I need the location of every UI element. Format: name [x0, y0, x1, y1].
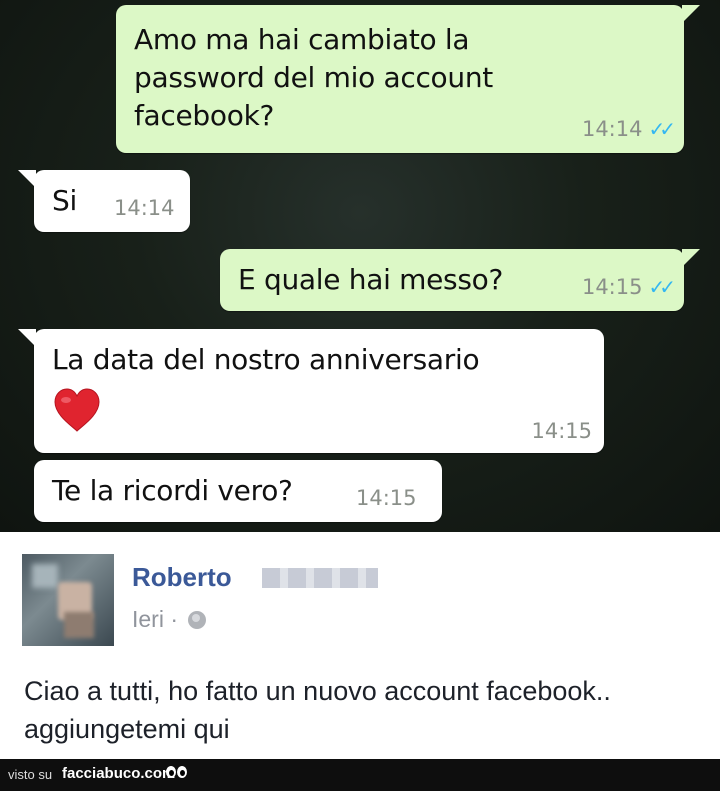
post-text-line: Ciao a tutti, ho fatto un nuovo account …: [24, 676, 611, 706]
facebook-post: Roberto Ieri · Ciao a tutti, ho fatto un…: [0, 532, 720, 759]
post-author-name[interactable]: Roberto: [132, 562, 232, 593]
eyes-logo-icon: [166, 766, 188, 782]
message-text: Si: [52, 184, 77, 217]
message-time: 14:14: [581, 117, 643, 141]
post-text-line: aggiungetemi qui: [24, 714, 230, 744]
watermark-site[interactable]: facciabuco.com: [62, 765, 175, 782]
message-text: La data del nostro anniversario: [52, 343, 480, 376]
message-meta: 14:14 ✓✓: [581, 117, 676, 141]
chat-message-incoming: Si 14:14: [18, 170, 190, 232]
watermark-bar: visto su facciabuco.com: [0, 759, 720, 791]
message-time: 14:14: [114, 196, 175, 220]
message-meta: 14:15 ✓✓: [581, 275, 676, 299]
chat-conversation: Amo ma hai cambiato la password del mio …: [0, 0, 720, 532]
avatar[interactable]: [22, 554, 114, 646]
message-time: 14:15: [531, 419, 592, 443]
message-time: 14:15: [356, 486, 417, 510]
watermark-label: visto su: [8, 767, 53, 782]
read-ticks-icon: ✓✓: [648, 117, 675, 141]
globe-icon: [188, 611, 207, 629]
chat-message-outgoing: Amo ma hai cambiato la password del mio …: [116, 5, 700, 153]
chat-message-outgoing: E quale hai messo? 14:15 ✓✓: [220, 249, 700, 311]
post-body: Ciao a tutti, ho fatto un nuovo account …: [24, 672, 704, 748]
chat-message-incoming: Te la ricordi vero? 14:15: [34, 460, 442, 522]
message-text: Te la ricordi vero?: [52, 474, 293, 507]
heart-emoji-icon: [54, 388, 100, 432]
message-text: Amo ma hai cambiato la password del mio …: [134, 23, 493, 132]
read-ticks-icon: ✓✓: [648, 275, 675, 299]
message-time: 14:15: [581, 275, 643, 299]
message-text: E quale hai messo?: [238, 263, 504, 296]
post-meta: Ieri ·: [132, 606, 207, 633]
blurred-surname: [262, 568, 378, 588]
post-date[interactable]: Ieri ·: [132, 606, 178, 632]
chat-message-incoming: La data del nostro anniversario 14:15: [18, 329, 604, 453]
